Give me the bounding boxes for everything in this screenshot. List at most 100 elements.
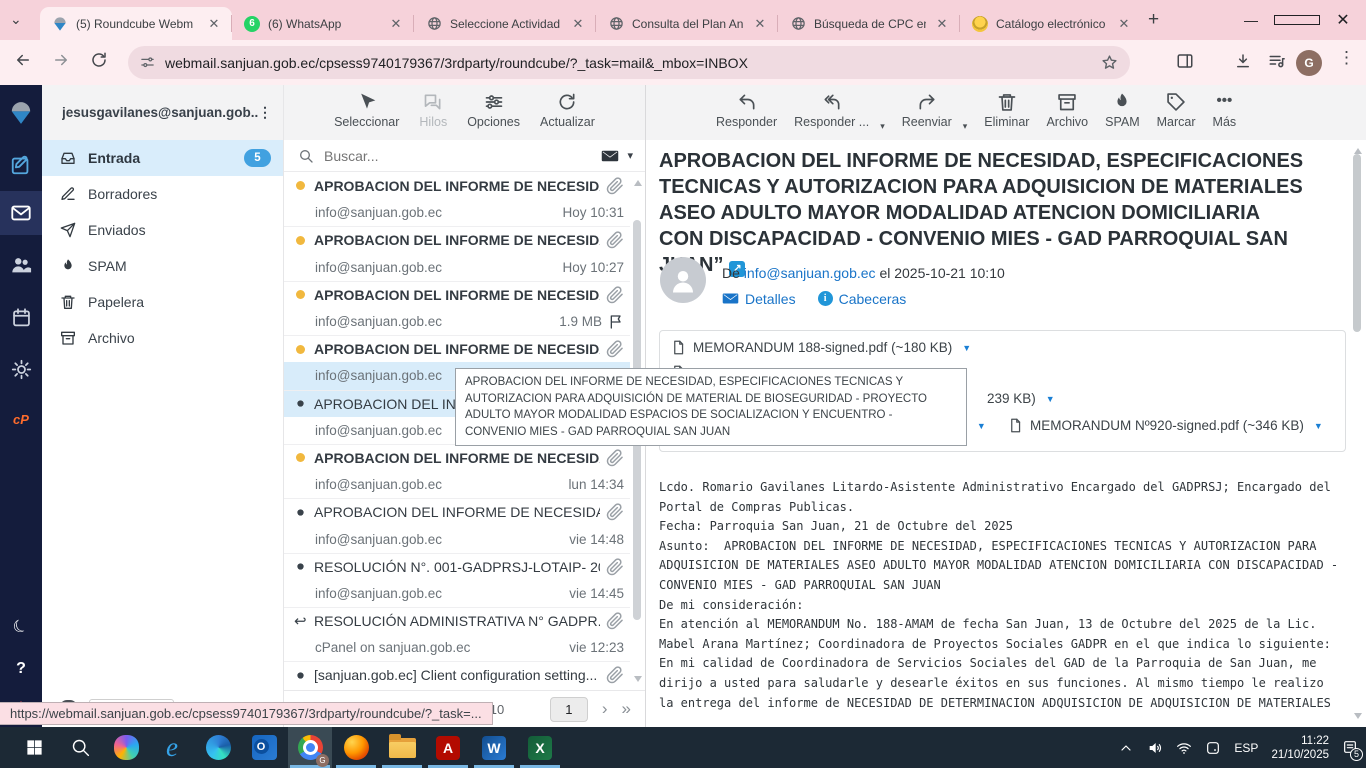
outlook-icon[interactable]	[242, 727, 286, 768]
scroll-down-icon[interactable]	[634, 676, 642, 682]
forward-button[interactable]: Reenviar	[902, 92, 952, 140]
help-icon[interactable]: ?	[0, 647, 42, 691]
message-row-subject[interactable]: APROBACION DEL INFORME DE NECESIDA...	[284, 172, 630, 199]
account-menu-icon[interactable]: ⋮	[258, 104, 273, 121]
reader-scrollbar[interactable]	[1352, 140, 1365, 727]
attachment-item[interactable]: MEMORANDUM Nº920-signed.pdf (~346 KB) ▼	[1008, 418, 1323, 433]
copilot-icon[interactable]	[104, 727, 148, 768]
reply-all-button[interactable]: Responder ...	[794, 92, 869, 140]
playlist-icon[interactable]	[1268, 52, 1286, 70]
folder-item-spam[interactable]: SPAM	[42, 248, 283, 284]
tab-roundcube[interactable]: (5) Roundcube Webm ✕	[40, 7, 232, 40]
sender-email-link[interactable]: info@sanjuan.gob.ec	[744, 265, 876, 281]
more-button[interactable]: •••Más	[1213, 92, 1237, 140]
acrobat-icon[interactable]: A	[426, 727, 470, 768]
scroll-down-icon[interactable]	[1354, 713, 1362, 719]
folder-item-borradores[interactable]: Borradores	[42, 176, 283, 212]
file-explorer-icon[interactable]	[380, 727, 424, 768]
compose-icon[interactable]	[0, 143, 42, 187]
message-row-subject[interactable]: RESOLUCIÓN N°. 001-GADPRSJ-LOTAIP- 20...	[284, 553, 630, 580]
tab-close-icon[interactable]: ✕	[752, 16, 768, 32]
headers-link[interactable]: i Cabeceras	[818, 291, 907, 307]
search-options-chevron-icon[interactable]: ▾	[627, 149, 633, 162]
attachment-item[interactable]: 239 KB) ▼	[987, 391, 1055, 406]
forward-caret-icon[interactable]: ▾	[963, 121, 968, 132]
volume-icon[interactable]	[1147, 740, 1163, 756]
folder-item-entrada[interactable]: Entrada 5	[42, 140, 283, 176]
contacts-nav-icon[interactable]	[0, 243, 42, 287]
attachment-item[interactable]: MEMORANDUM 188-signed.pdf (~180 KB) ▼	[671, 340, 971, 355]
browser-menu-icon[interactable]: ⋮	[1338, 48, 1355, 68]
downloads-icon[interactable]	[1234, 52, 1252, 70]
message-row-subject[interactable]: APROBACION DEL INFORME DE NECESIDA...	[284, 444, 630, 471]
reply-button[interactable]: Responder	[716, 92, 777, 140]
tab-whatsapp[interactable]: 6 (6) WhatsApp ✕	[232, 7, 414, 40]
tab-close-icon[interactable]: ✕	[388, 16, 404, 32]
minimize-button[interactable]: —	[1228, 12, 1274, 28]
folder-item-archivo[interactable]: Archivo	[42, 320, 283, 356]
delete-button[interactable]: Eliminar	[984, 92, 1029, 140]
keyboard-language[interactable]: ESP	[1234, 741, 1258, 755]
reply-all-caret-icon[interactable]: ▾	[880, 121, 885, 132]
archive-button[interactable]: Archivo	[1046, 92, 1088, 140]
profile-avatar[interactable]: G	[1296, 50, 1322, 76]
forward-icon[interactable]	[52, 51, 70, 69]
wifi-icon[interactable]	[1176, 740, 1192, 756]
word-icon[interactable]: W	[472, 727, 516, 768]
action-center-icon[interactable]: 5	[1342, 739, 1358, 757]
next-page-button[interactable]: ›	[602, 699, 608, 719]
account-header[interactable]: jesusgavilanes@sanjuan.gob.... ⋮	[42, 85, 283, 140]
attachment-menu-caret-icon[interactable]: ▼	[977, 421, 986, 431]
attachment-menu-caret-icon[interactable]: ▼	[1314, 421, 1323, 431]
attachment-menu-caret-icon[interactable]: ▼	[962, 343, 971, 353]
clock[interactable]: 11:22 21/10/2025	[1271, 734, 1329, 762]
reload-icon[interactable]	[90, 51, 108, 69]
site-settings-icon[interactable]	[140, 55, 155, 70]
dark-mode-moon-icon[interactable]: ☾	[0, 605, 42, 649]
spam-button[interactable]: SPAM	[1105, 92, 1140, 140]
internet-explorer-icon[interactable]: e	[150, 727, 194, 768]
refresh-button[interactable]: Actualizar	[540, 92, 595, 140]
url-text[interactable]: webmail.sanjuan.gob.ec/cpsess9740179367/…	[165, 55, 1091, 71]
new-tab-button[interactable]: +	[1148, 9, 1159, 31]
close-button[interactable]: ✕	[1320, 10, 1366, 30]
message-row-meta[interactable]: info@sanjuan.gob.ec vie 14:48	[284, 525, 630, 552]
tab-close-icon[interactable]: ✕	[570, 16, 586, 32]
message-row-subject[interactable]: APROBACION DEL INFORME DE NECESIDA...	[284, 498, 630, 525]
taskbar-search-icon[interactable]	[58, 727, 102, 768]
edge-icon[interactable]	[196, 727, 240, 768]
side-panel-icon[interactable]	[1176, 52, 1194, 70]
message-row-meta[interactable]: info@sanjuan.gob.ec vie 14:45	[284, 580, 630, 607]
tab-close-icon[interactable]: ✕	[934, 16, 950, 32]
message-row-meta[interactable]: info@sanjuan.gob.ec Hoy 10:27	[284, 254, 630, 281]
message-row-meta[interactable]: info@sanjuan.gob.ec lun 14:34	[284, 471, 630, 498]
tab-close-icon[interactable]: ✕	[1116, 16, 1132, 32]
threads-button[interactable]: Hilos	[419, 92, 447, 140]
page-number-box[interactable]: 1	[550, 697, 588, 722]
excel-icon[interactable]: X	[518, 727, 562, 768]
search-scope-envelope-icon[interactable]	[601, 147, 619, 165]
message-row-subject[interactable]: APROBACION DEL INFORME DE NECESIDA...	[284, 281, 630, 308]
start-button[interactable]	[12, 727, 56, 768]
scroll-up-icon[interactable]	[634, 180, 642, 186]
last-page-button[interactable]: »	[622, 699, 631, 719]
mark-button[interactable]: Marcar	[1157, 92, 1196, 140]
message-row-meta[interactable]: info@sanjuan.gob.ec Hoy 10:31	[284, 199, 630, 226]
scrollbar-thumb[interactable]	[1353, 154, 1361, 332]
tab-close-icon[interactable]: ✕	[206, 16, 222, 32]
address-bar[interactable]: webmail.sanjuan.gob.ec/cpsess9740179367/…	[128, 46, 1130, 79]
message-row-subject[interactable]: APROBACION DEL INFORME DE NECESIDA...	[284, 226, 630, 253]
bookmark-star-icon[interactable]	[1101, 54, 1118, 71]
mail-nav-icon[interactable]	[0, 191, 42, 235]
firefox-icon[interactable]	[334, 727, 378, 768]
message-row-meta[interactable]: info@sanjuan.gob.ec 1.9 MB	[284, 308, 630, 335]
calendar-nav-icon[interactable]	[0, 295, 42, 339]
message-row-subject[interactable]: APROBACION DEL INFORME DE NECESIDA...	[284, 335, 630, 362]
options-button[interactable]: Opciones	[467, 92, 520, 140]
search-input[interactable]	[322, 147, 593, 165]
attachment-menu-caret-icon[interactable]: ▼	[1046, 394, 1055, 404]
tab-consulta-plan[interactable]: Consulta del Plan Anu ✕	[596, 7, 778, 40]
message-row-meta[interactable]: cPanel on sanjuan.gob.ec vie 12:23	[284, 634, 630, 661]
details-link[interactable]: Detalles	[722, 290, 796, 307]
back-icon[interactable]	[14, 51, 32, 69]
